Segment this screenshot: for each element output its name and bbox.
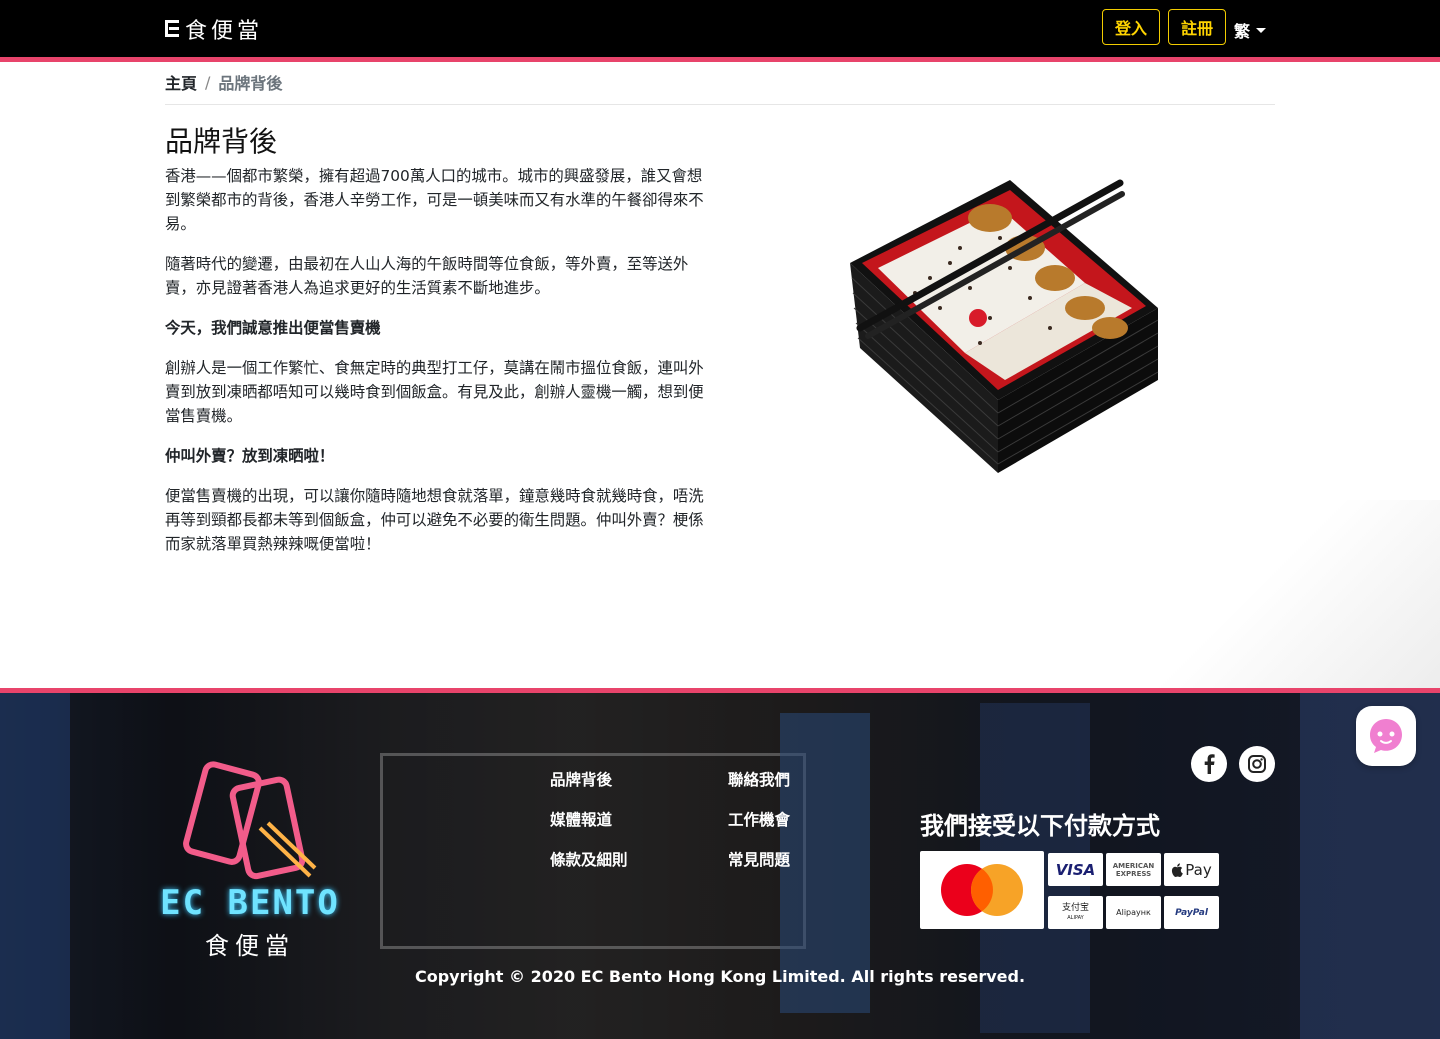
- payment-methods-title: 我們接受以下付款方式: [920, 812, 1160, 840]
- login-button[interactable]: 登入: [1102, 9, 1160, 45]
- divider: [165, 104, 1275, 105]
- apple-icon: [1172, 862, 1184, 877]
- alipay-sub-label: ALIPAY: [1067, 914, 1084, 921]
- breadcrumb-separator: /: [205, 72, 211, 92]
- background-vending-machine: [0, 693, 70, 1039]
- brand-logo[interactable]: 食便當: [165, 15, 264, 44]
- chat-bot-icon: [1370, 719, 1402, 753]
- top-navbar: 食便當 登入 註冊 繁: [0, 0, 1440, 57]
- background-gradient: [1150, 500, 1440, 690]
- language-dropdown[interactable]: 繁: [1234, 18, 1267, 42]
- bento-box-image: [850, 179, 1159, 473]
- footer-link-media[interactable]: 媒體報道: [550, 808, 612, 830]
- visa-logo: VISA: [1048, 853, 1103, 886]
- breadcrumb-home-link[interactable]: 主頁: [165, 70, 197, 94]
- story-paragraph: 便當售賣機的出現，可以讓你隨時隨地想食就落單，鐘意幾時食就幾時食，唔洗再等到頸都…: [165, 487, 704, 553]
- alipay-logo: 支付宝 ALIPAY: [1048, 896, 1103, 929]
- nav-accent-stripe: [0, 57, 1440, 62]
- footer-link-terms[interactable]: 條款及細則: [550, 848, 628, 870]
- apple-pay-logo: Pay: [1164, 853, 1219, 886]
- brand-e-mark-icon: [165, 18, 179, 40]
- page-title: 品牌背後: [165, 125, 278, 158]
- mastercard-logo: [920, 851, 1044, 929]
- story-paragraph: 香港——個都市繁榮，擁有超過700萬人口的城市。城市的興盛發展，誰又會想到繁榮都…: [165, 167, 704, 233]
- amex-logo: AMERICAN EXPRESS: [1106, 853, 1161, 886]
- copyright-text: Copyright © 2020 EC Bento Hong Kong Limi…: [414, 967, 1026, 986]
- story-highlight: 今天，我們誠意推出便當售賣機: [165, 319, 381, 337]
- footer-link-careers[interactable]: 工作機會: [728, 808, 790, 830]
- breadcrumb: 主頁 / 品牌背後: [165, 70, 282, 94]
- chevron-down-icon: [1256, 27, 1267, 33]
- register-button[interactable]: 註冊: [1168, 9, 1226, 45]
- facebook-icon[interactable]: [1191, 746, 1227, 782]
- story-highlight: 仲叫外賣？放到凍晒啦！: [165, 447, 335, 465]
- apple-pay-label: Pay: [1185, 860, 1212, 879]
- story-paragraph: 隨著時代的變遷，由最初在人山人海的午飯時間等位食飯，等外賣，至等送外賣，亦見證著…: [165, 255, 689, 297]
- footer-logo-zh: 食便當: [205, 932, 295, 960]
- chat-widget-button[interactable]: [1356, 706, 1416, 766]
- language-label: 繁: [1234, 22, 1251, 41]
- footer-link-contact[interactable]: 聯絡我們: [728, 768, 790, 790]
- brand-story-text: 香港——個都市繁榮，擁有超過700萬人口的城市。城市的興盛發展，誰又會想到繁榮都…: [165, 164, 710, 572]
- story-paragraph: 創辦人是一個工作繁忙、食無定時的典型打工仔，莫講在鬧市搵位食飯，連叫外賣到放到凍…: [165, 359, 704, 425]
- footer-link-faq[interactable]: 常見問題: [728, 848, 790, 870]
- brand-logo-text: 食便當: [185, 19, 264, 44]
- breadcrumb-current: 品牌背後: [218, 74, 283, 93]
- paypal-logo: PayPal: [1164, 896, 1219, 929]
- alipayhk-logo: Alipayнк: [1106, 896, 1161, 929]
- instagram-icon[interactable]: [1239, 746, 1275, 782]
- footer-logo-en: EC BENTO: [160, 883, 340, 923]
- alipay-label: 支付宝: [1061, 902, 1089, 913]
- footer-link-brand-story[interactable]: 品牌背後: [550, 768, 612, 790]
